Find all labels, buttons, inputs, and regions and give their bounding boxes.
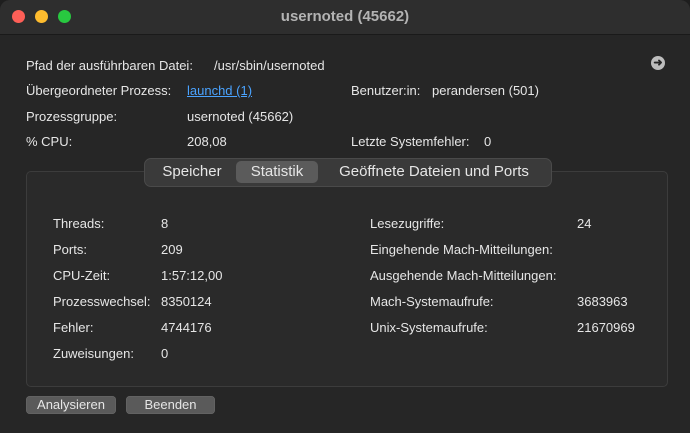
tab-statistics[interactable]: Statistik (236, 161, 318, 183)
system-errors-label: Letzte Systemfehler: (351, 134, 470, 149)
stat-value-mach-syscalls: 3683963 (577, 294, 628, 309)
stat-label-unix-syscalls: Unix-Systemaufrufe: (370, 320, 488, 335)
process-group-label: Prozessgruppe: (26, 109, 118, 124)
stat-label-mach-syscalls: Mach-Systemaufrufe: (370, 294, 494, 309)
stat-label-mach-in: Eingehende Mach-Mitteilungen: (370, 242, 553, 257)
process-info-window: usernoted (45662) Pfad der ausführbaren … (0, 0, 690, 433)
path-value: /usr/sbin/usernoted (214, 58, 325, 73)
stat-label-context-switches: Prozesswechsel: (53, 294, 151, 309)
stat-label-mach-out: Ausgehende Mach-Mitteilungen: (370, 268, 557, 283)
stat-value-allocations: 0 (161, 346, 169, 361)
stat-label-cpu-time: CPU-Zeit: (53, 268, 111, 283)
stat-label-allocations: Zuweisungen: (53, 346, 134, 361)
reveal-in-finder-icon[interactable]: ➜ (651, 56, 665, 70)
quit-button[interactable]: Beenden (126, 396, 215, 414)
parent-process-link[interactable]: launchd (1) (187, 83, 252, 98)
path-label: Pfad der ausführbaren Datei: (26, 58, 193, 73)
cpu-label: % CPU: (26, 134, 73, 149)
stat-label-reads: Lesezugriffe: (370, 216, 445, 231)
stat-value-threads: 8 (161, 216, 169, 231)
stat-label-faults: Fehler: (53, 320, 94, 335)
stat-value-unix-syscalls: 21670969 (577, 320, 635, 335)
tab-segmented-control: Speicher Statistik Geöffnete Dateien und… (144, 158, 552, 187)
stat-value-ports: 209 (161, 242, 183, 257)
user-value: perandersen (501) (432, 83, 539, 98)
stat-value-context-switches: 8350124 (161, 294, 212, 309)
window-title: usernoted (45662) (280, 8, 410, 25)
cpu-value: 208,08 (187, 134, 227, 149)
analyze-button[interactable]: Analysieren (26, 396, 116, 414)
title-bar[interactable]: usernoted (45662) (0, 0, 690, 35)
process-group-value: usernoted (45662) (187, 109, 294, 124)
stat-label-ports: Ports: (53, 242, 87, 257)
stat-value-faults: 4744176 (161, 320, 212, 335)
tab-memory[interactable]: Speicher (149, 161, 235, 183)
user-label: Benutzer:in: (351, 83, 421, 98)
system-errors-value: 0 (484, 134, 492, 149)
statistics-panel: Threads: 8 Ports: 209 CPU-Zeit: 1:57:12,… (26, 171, 668, 387)
stat-value-reads: 24 (577, 216, 592, 231)
stat-label-threads: Threads: (53, 216, 105, 231)
stat-value-cpu-time: 1:57:12,00 (161, 268, 223, 283)
parent-process-label: Übergeordneter Prozess: (26, 83, 172, 98)
tab-open-files-ports[interactable]: Geöffnete Dateien und Ports (321, 161, 547, 183)
